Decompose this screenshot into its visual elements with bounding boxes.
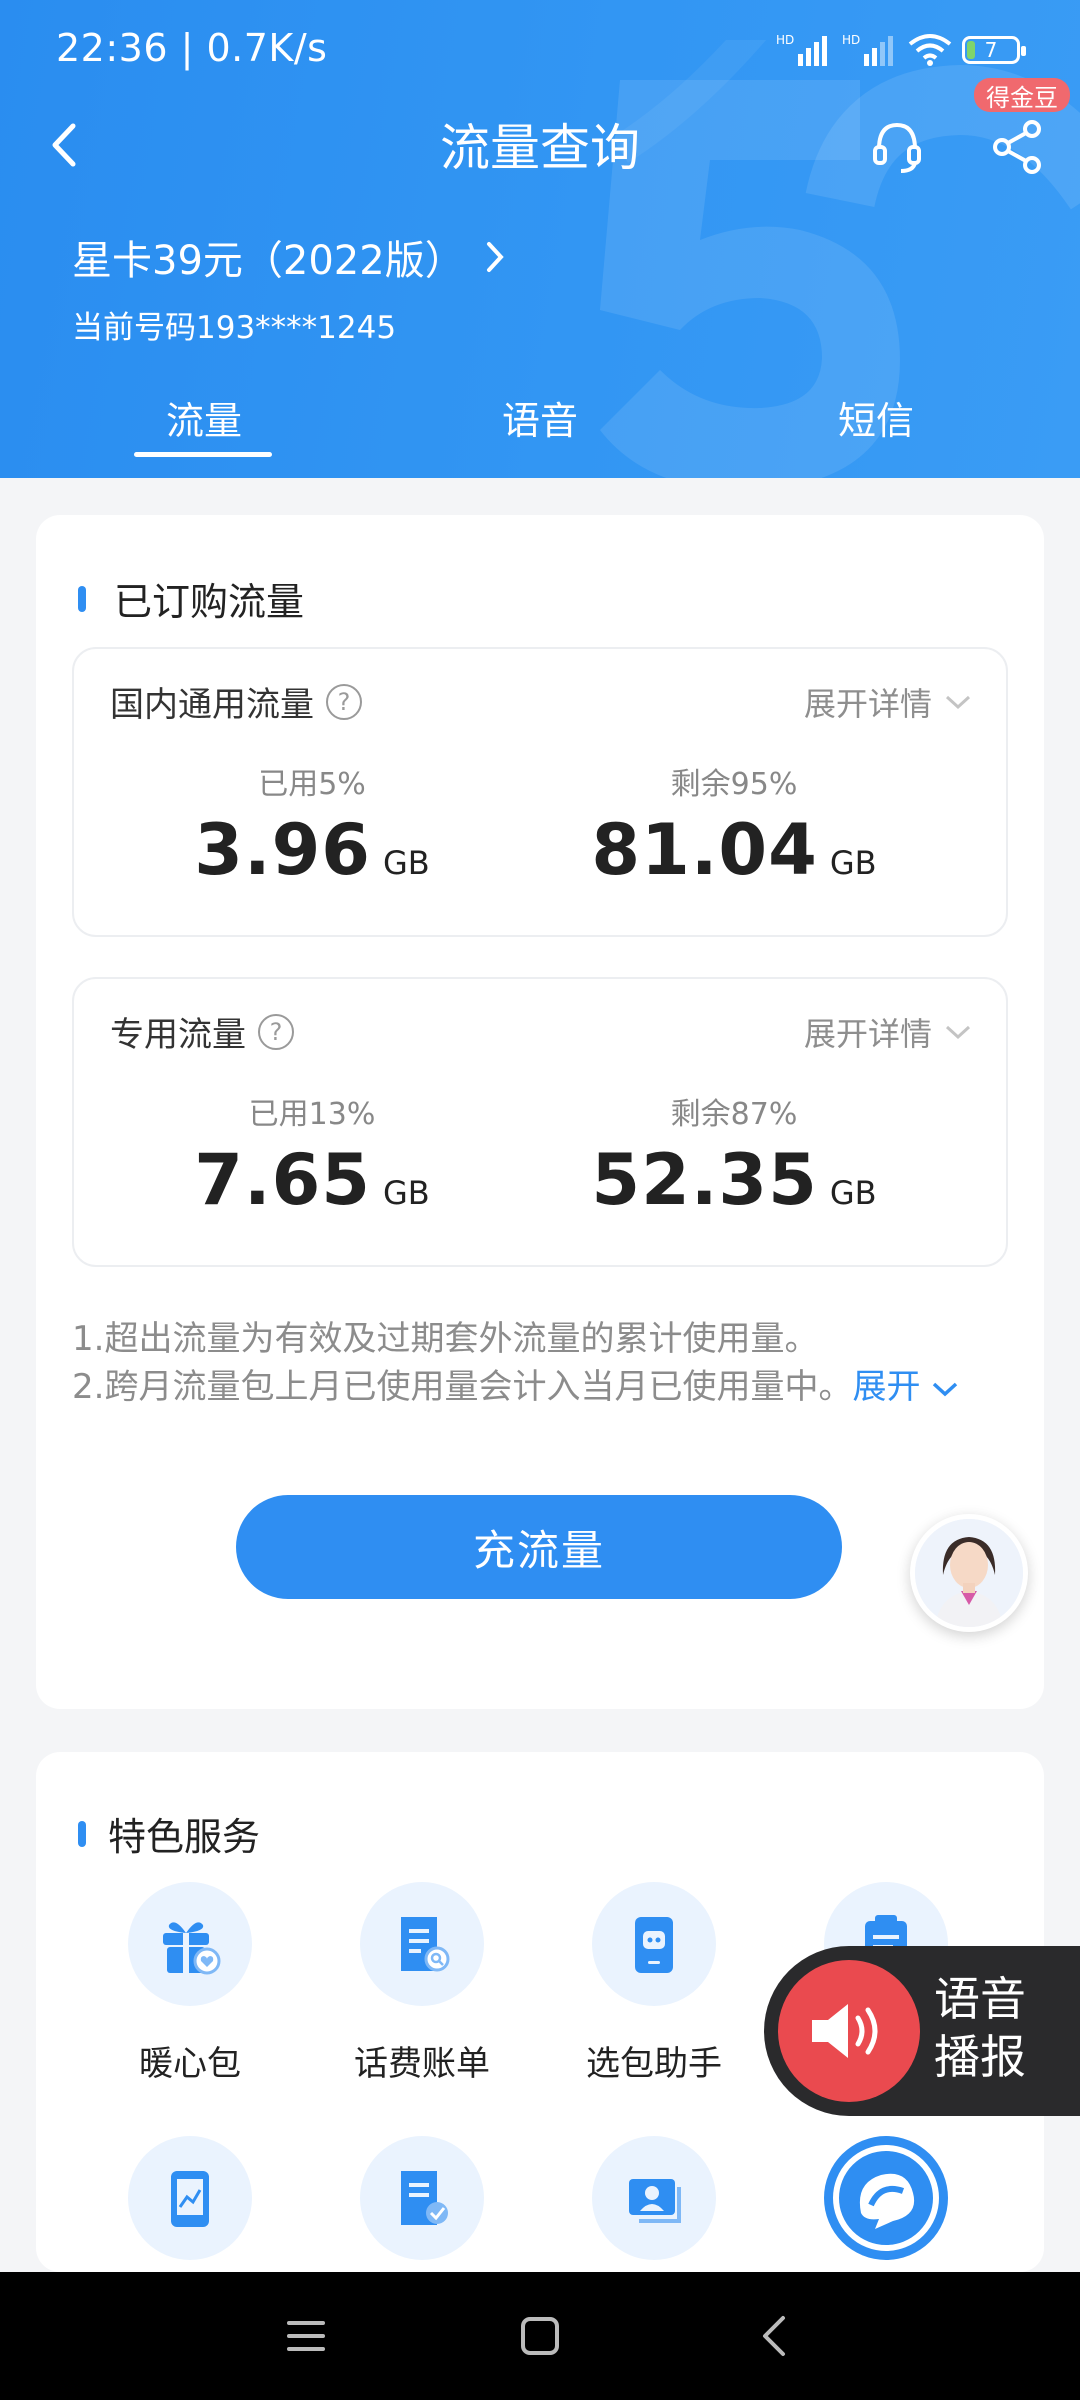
- assistant-avatar-icon: [915, 1519, 1023, 1627]
- tab-bar: 流量 语音 短信: [0, 390, 1080, 478]
- remaining-stat: 剩余87% 52.35 GB: [591, 1097, 877, 1221]
- customer-service-button[interactable]: [862, 112, 932, 182]
- service-chat[interactable]: [786, 2136, 986, 2260]
- gift-icon: [163, 1922, 221, 1975]
- svg-text:HD: HD: [842, 33, 860, 47]
- chat-bubble-icon: [833, 2145, 939, 2251]
- chevron-down-icon: [933, 1382, 958, 1397]
- tab-voice[interactable]: 语音: [430, 390, 650, 445]
- bill-search-icon: [401, 1917, 450, 1972]
- chevron-down-icon: [945, 695, 971, 710]
- contact-card-icon: [629, 2179, 681, 2223]
- plan-selector[interactable]: 星卡39元（2022版）: [72, 228, 505, 286]
- data-type-name: 国内通用流量: [110, 685, 314, 725]
- help-icon[interactable]: ?: [258, 1013, 294, 1050]
- plan-name: 星卡39元（2022版）: [72, 238, 465, 284]
- service-contact-card[interactable]: [554, 2136, 754, 2260]
- note-line-1: 1.超出流量为有效及过期套外流量的累计使用量。: [72, 1319, 819, 1359]
- general-data-card: 国内通用流量 ? 展开详情 已用5% 3.96 GB 剩余95% 81.04 GB: [72, 647, 1008, 937]
- dedicated-data-card: 专用流量 ? 展开详情 已用13% 7.65 GB 剩余87% 52.35 GB: [72, 977, 1008, 1267]
- tab-indicator: [134, 452, 272, 457]
- gold-bean-badge[interactable]: 得金豆: [974, 78, 1070, 112]
- used-stat: 已用5% 3.96 GB: [194, 767, 430, 891]
- service-data-trend[interactable]: [90, 2136, 290, 2260]
- remaining-stat: 剩余95% 81.04 GB: [591, 767, 877, 891]
- system-nav-bar: [0, 2272, 1080, 2400]
- service-doc-check[interactable]: [322, 2136, 522, 2260]
- share-icon: [993, 120, 1041, 174]
- used-stat: 已用13% 7.65 GB: [194, 1097, 430, 1221]
- section-title: 特色服务: [78, 1806, 260, 1861]
- chevron-right-icon: [486, 242, 504, 272]
- tab-sms[interactable]: 短信: [766, 390, 986, 445]
- expand-details-button[interactable]: 展开详情: [804, 1009, 972, 1055]
- share-button[interactable]: [982, 112, 1052, 182]
- service-package-assistant[interactable]: 选包助手: [554, 1882, 754, 2085]
- headset-icon: [873, 122, 921, 173]
- voice-broadcast-label: 语音 播报: [934, 1972, 1026, 2084]
- robot-phone-icon: [635, 1917, 673, 1973]
- current-number: 当前号码193****1245: [72, 310, 397, 346]
- service-warm-pack[interactable]: 暖心包: [90, 1882, 290, 2085]
- assistant-avatar[interactable]: [910, 1514, 1028, 1632]
- chevron-down-icon: [945, 1025, 971, 1040]
- svg-text:HD: HD: [776, 33, 794, 47]
- speaker-icon: [812, 2004, 878, 2058]
- phone-chart-icon: [171, 2171, 209, 2227]
- nav-back-button[interactable]: [742, 2304, 806, 2368]
- data-type-name: 专用流量: [110, 1015, 246, 1055]
- voice-broadcast-widget[interactable]: 语音 播报: [764, 1946, 1080, 2116]
- doc-check-icon: [401, 2171, 448, 2225]
- nav-back-icon: [763, 2316, 785, 2356]
- usage-notes: 1.超出流量为有效及过期套外流量的累计使用量。 2.跨月流量包上月已使用量会计入…: [72, 1315, 959, 1411]
- section-title: 已订购流量: [78, 571, 304, 626]
- note-line-2: 2.跨月流量包上月已使用量会计入当月已使用量中。展开: [72, 1363, 959, 1411]
- signal-2-icon: HD: [842, 33, 893, 66]
- wifi-icon: [908, 34, 952, 66]
- status-bar: 22:36 | 0.7K/s HD HD 7: [0, 0, 1080, 100]
- subscribed-data-card: 已订购流量 国内通用流量 ? 展开详情 已用5% 3.96 GB 剩余95% 81…: [36, 515, 1044, 1709]
- header: 22:36 | 0.7K/s HD HD 7 流量查询 得金豆 星卡39元（20…: [0, 0, 1080, 478]
- home-square-icon: [521, 2317, 559, 2355]
- nav-menu-button[interactable]: [274, 2304, 338, 2368]
- recharge-data-button[interactable]: 充流量: [236, 1495, 842, 1599]
- voice-broadcast-button[interactable]: [778, 1960, 920, 2102]
- tab-data[interactable]: 流量: [94, 390, 314, 445]
- notes-expand-link[interactable]: 展开: [852, 1367, 959, 1407]
- expand-details-button[interactable]: 展开详情: [804, 679, 972, 725]
- help-icon[interactable]: ?: [326, 683, 362, 720]
- signal-icon: HD: [776, 33, 827, 66]
- service-phone-bill[interactable]: 话费账单: [322, 1882, 522, 2085]
- menu-icon: [287, 2321, 325, 2351]
- nav-home-button[interactable]: [508, 2304, 572, 2368]
- status-time: 22:36 | 0.7K/s: [56, 26, 328, 70]
- battery-icon: 7: [962, 36, 1026, 64]
